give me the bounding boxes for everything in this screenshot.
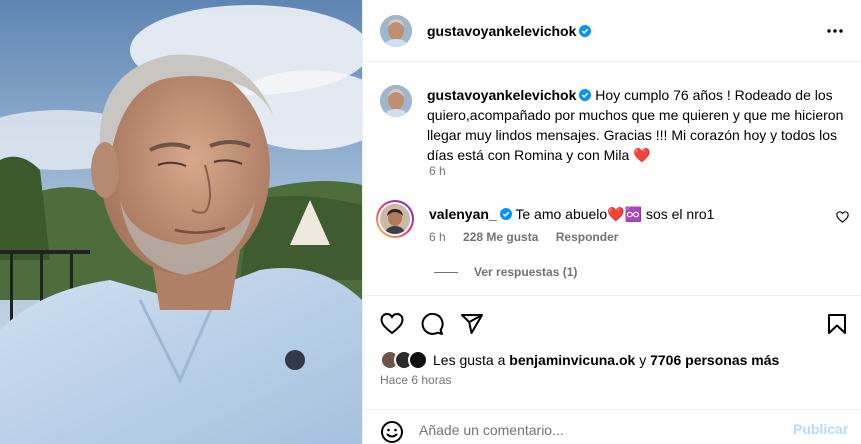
caption-avatar-image — [380, 85, 412, 117]
post-timestamp[interactable]: Hace 6 horas — [380, 373, 451, 387]
likes-others-link[interactable]: 7706 personas más — [650, 352, 779, 368]
comment-text: Te amo abuelo — [515, 206, 608, 222]
author-avatar-image — [380, 15, 412, 47]
commenter-username[interactable]: valenyan_ — [429, 206, 497, 222]
view-replies-label[interactable]: Ver respuestas (1) — [474, 265, 577, 279]
likes-summary: Les gusta a benjaminvicuna.ok y 7706 per… — [433, 352, 779, 368]
comment-meta: 6 h 228 Me gusta Responder — [429, 230, 632, 244]
comment-bubble-icon[interactable] — [420, 312, 444, 336]
comment-timestamp[interactable]: 6 h — [429, 230, 446, 244]
publish-button[interactable]: Publicar — [793, 421, 848, 437]
post-photo[interactable] — [0, 0, 362, 444]
more-options-icon[interactable] — [825, 24, 845, 38]
post-actions-bar — [363, 295, 861, 351]
likes-joiner: y — [639, 352, 647, 368]
likes-prefix: Les gusta a — [433, 352, 506, 368]
commenter-avatar-photo — [380, 204, 410, 234]
emoji-smiley-icon[interactable] — [380, 420, 404, 444]
liker-avatar — [408, 350, 428, 370]
post-detail-panel: gustavoyankelevichok gustavoyankelevicho… — [362, 0, 861, 444]
verified-badge-icon — [579, 89, 592, 101]
caption-author-avatar[interactable] — [380, 85, 412, 117]
paper-plane-icon[interactable] — [460, 312, 484, 336]
post-photo-image — [0, 0, 362, 444]
caption-author-username[interactable]: gustavoyankelevichok — [427, 87, 576, 103]
comment-emoji-text: ❤️♾️ sos el nro1 — [607, 206, 715, 222]
post-header: gustavoyankelevichok — [363, 0, 861, 62]
view-replies-button[interactable]: Ver respuestas (1) — [434, 265, 577, 279]
likes-user-link[interactable]: benjaminvicuna.ok — [509, 352, 635, 368]
comment-body: valenyan_ Te amo abuelo❤️♾️ sos el nro1 — [429, 205, 714, 223]
commenter-avatar-ring — [378, 202, 412, 236]
bookmark-icon[interactable] — [825, 312, 849, 336]
author-username-text[interactable]: gustavoyankelevichok — [427, 23, 576, 39]
comment-likes-count[interactable]: 228 Me gusta — [463, 230, 538, 244]
verified-badge-icon — [499, 208, 512, 220]
replies-divider-line — [434, 272, 458, 274]
author-username[interactable]: gustavoyankelevichok — [427, 23, 592, 39]
commenter-avatar-image — [380, 204, 410, 234]
caption-heart-emoji: ❤️ — [633, 147, 651, 163]
comment-reply-button[interactable]: Responder — [556, 230, 619, 244]
author-avatar[interactable] — [380, 15, 412, 47]
add-comment-bar: Publicar — [363, 409, 861, 444]
heart-icon[interactable] — [380, 312, 404, 336]
caption-timestamp[interactable]: 6 h — [429, 164, 446, 178]
comment-input[interactable] — [419, 420, 779, 440]
comment-like-heart-icon[interactable] — [836, 211, 849, 223]
verified-badge-icon — [579, 25, 592, 37]
post-caption: gustavoyankelevichok Hoy cumplo 76 años … — [427, 85, 847, 165]
commenter-avatar[interactable] — [376, 200, 414, 238]
